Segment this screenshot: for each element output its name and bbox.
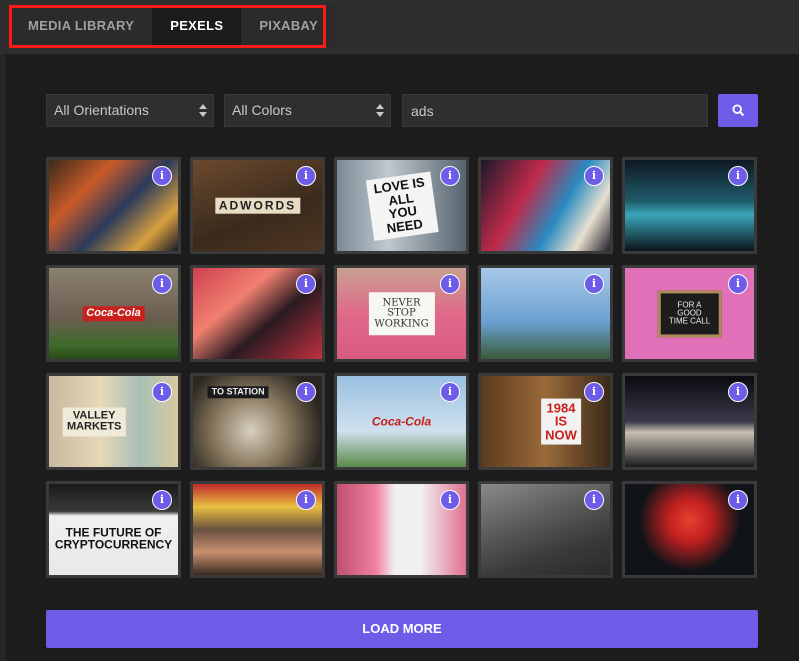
info-icon[interactable]: i [584,166,604,186]
info-icon[interactable]: i [152,382,172,402]
image-caption: Coca-Cola [82,305,145,322]
top-bar: MEDIA LIBRARY PEXELS PIXABAY [0,0,799,54]
image-caption: TO STATION [207,386,269,399]
info-icon[interactable]: i [584,382,604,402]
info-icon[interactable]: i [440,274,460,294]
info-icon[interactable]: i [584,490,604,510]
orientation-select[interactable]: All Orientations [46,94,214,127]
image-thumbnail[interactable]: TO STATION i [190,373,325,470]
image-thumbnail[interactable]: Coca-Cola i [46,265,181,362]
image-caption: LOVE IS ALL YOU NEED [365,171,438,240]
image-thumbnail[interactable]: i [478,157,613,254]
image-thumbnail[interactable]: 1984 IS NOW i [478,373,613,470]
tab-media-library[interactable]: MEDIA LIBRARY [10,6,153,48]
image-caption: VALLEY MARKETS [62,406,126,437]
image-thumbnail[interactable]: ADWORDS i [190,157,325,254]
image-thumbnail[interactable]: NEVER STOP WORKING i [334,265,469,362]
image-thumbnail[interactable]: i [334,481,469,578]
info-icon[interactable]: i [440,382,460,402]
image-thumbnail[interactable]: VALLEY MARKETS i [46,373,181,470]
image-thumbnail[interactable]: i [622,481,757,578]
image-caption: Coca-Cola [371,414,432,429]
filter-bar: All Orientations All Colors [0,94,799,128]
image-thumbnail[interactable]: i [46,157,181,254]
image-thumbnail[interactable]: i [190,481,325,578]
info-icon[interactable]: i [440,166,460,186]
info-icon[interactable]: i [728,490,748,510]
color-select[interactable]: All Colors [224,94,391,127]
image-grid: i ADWORDS i LOVE IS ALL YOU NEED i i i C… [46,157,757,578]
image-thumbnail[interactable]: THE FUTURE OF CRYPTOCURRENCY i [46,481,181,578]
source-tabs: MEDIA LIBRARY PEXELS PIXABAY [10,6,337,48]
info-icon[interactable]: i [728,166,748,186]
color-value: All Colors [232,102,292,118]
info-icon[interactable]: i [296,382,316,402]
info-icon[interactable]: i [296,274,316,294]
image-thumbnail[interactable]: i [478,481,613,578]
image-caption: FOR A GOOD TIME CALL [657,289,722,338]
image-caption: ADWORDS [214,197,301,214]
search-button[interactable] [718,94,758,127]
image-caption: 1984 IS NOW [541,398,581,445]
orientation-value: All Orientations [54,102,149,118]
info-icon[interactable]: i [152,490,172,510]
image-caption: THE FUTURE OF CRYPTOCURRENCY [54,525,173,552]
image-thumbnail[interactable]: i [622,157,757,254]
info-icon[interactable]: i [728,382,748,402]
select-arrows-icon [376,103,384,119]
search-icon [731,104,744,117]
info-icon[interactable]: i [584,274,604,294]
image-thumbnail[interactable]: Coca-Cola i [334,373,469,470]
info-icon[interactable]: i [152,274,172,294]
search-input[interactable] [402,94,708,127]
image-thumbnail[interactable]: i [622,373,757,470]
image-thumbnail[interactable]: FOR A GOOD TIME CALL i [622,265,757,362]
info-icon[interactable]: i [728,274,748,294]
image-caption: NEVER STOP WORKING [368,291,435,336]
info-icon[interactable]: i [296,490,316,510]
image-thumbnail[interactable]: i [478,265,613,362]
select-arrows-icon [199,103,207,119]
image-thumbnail[interactable]: i [190,265,325,362]
tab-pexels[interactable]: PEXELS [152,6,242,48]
load-more-button[interactable]: LOAD MORE [46,610,758,648]
tab-pixabay[interactable]: PIXABAY [241,6,337,48]
info-icon[interactable]: i [152,166,172,186]
info-icon[interactable]: i [296,166,316,186]
image-thumbnail[interactable]: LOVE IS ALL YOU NEED i [334,157,469,254]
info-icon[interactable]: i [440,490,460,510]
